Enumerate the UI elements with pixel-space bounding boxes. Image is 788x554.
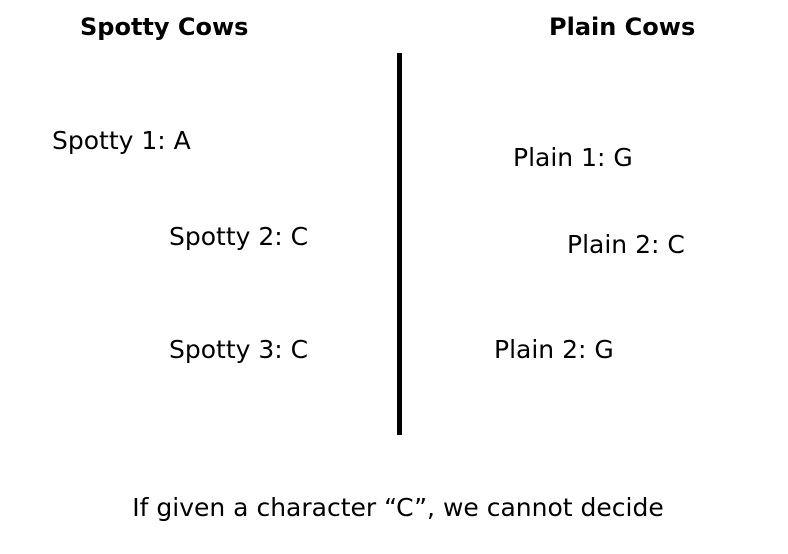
plain-cow-entry-2: Plain 2: C (567, 230, 685, 259)
caption: If given a character “C”, we cannot deci… (132, 493, 664, 522)
spotty-cow-entry-1: Spotty 1: A (52, 126, 191, 155)
spotty-cow-entry-3: Spotty 3: C (169, 335, 309, 364)
spotty-cow-entry-2: Spotty 2: C (169, 222, 309, 251)
plain-cow-entry-1: Plain 1: G (513, 143, 633, 172)
plain-cows-heading: Plain Cows (549, 13, 696, 41)
column-divider (397, 53, 402, 435)
plain-cow-entry-3: Plain 2: G (494, 335, 614, 364)
spotty-cows-heading: Spotty Cows (80, 13, 249, 41)
